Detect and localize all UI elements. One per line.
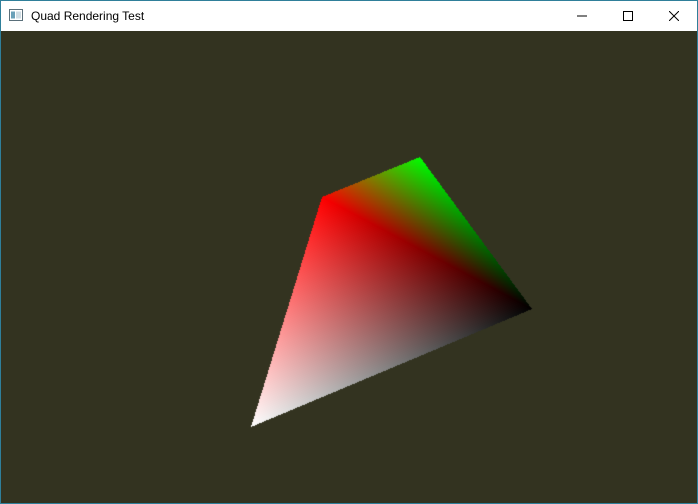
- window-app-icon: [9, 9, 23, 21]
- render-viewport[interactable]: [1, 31, 697, 503]
- close-icon: [669, 11, 679, 21]
- window-title: Quad Rendering Test: [31, 9, 145, 23]
- minimize-button[interactable]: [559, 1, 605, 31]
- close-button[interactable]: [651, 1, 697, 31]
- maximize-button[interactable]: [605, 1, 651, 31]
- minimize-icon: [577, 15, 587, 17]
- title-bar[interactable]: Quad Rendering Test: [1, 1, 697, 31]
- app-window: Quad Rendering Test: [0, 0, 698, 504]
- maximize-icon: [623, 11, 633, 21]
